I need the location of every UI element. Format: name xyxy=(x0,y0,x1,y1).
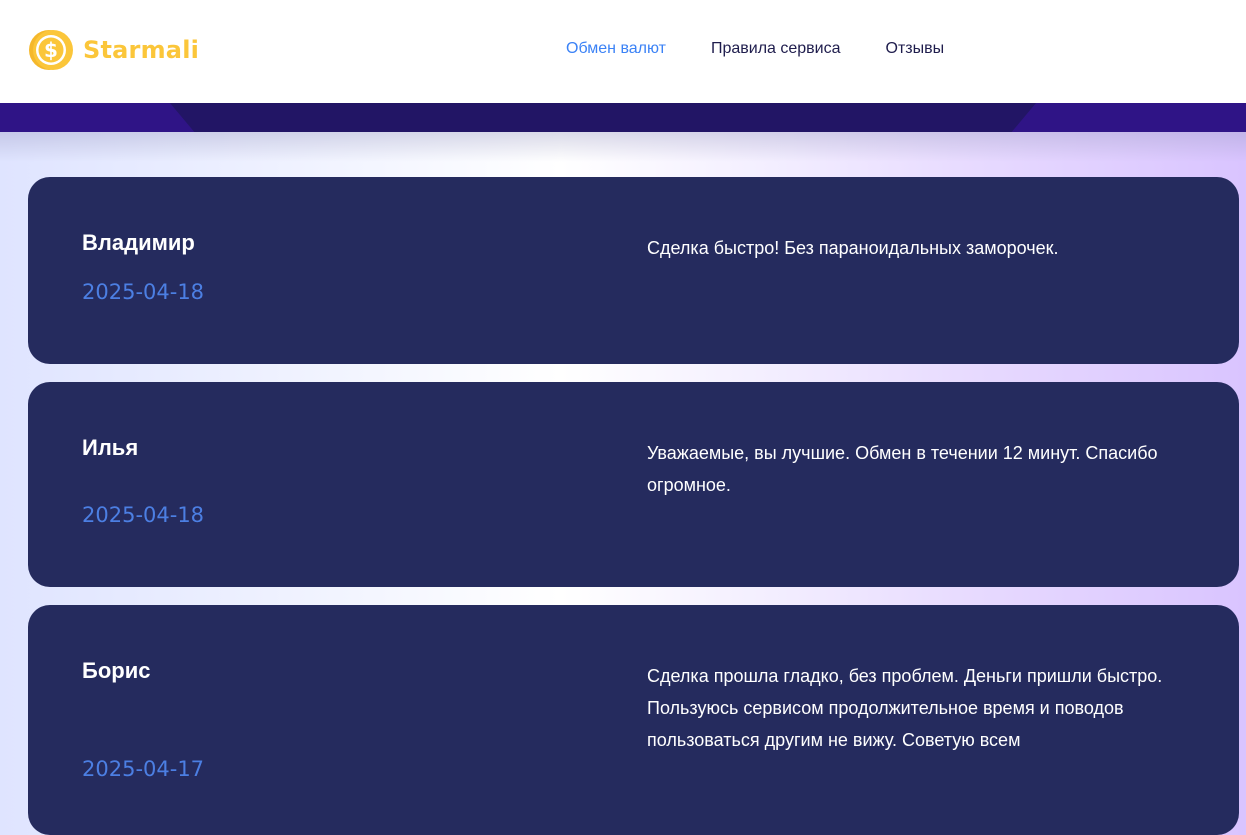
nav-item-rules[interactable]: Правила сервиса xyxy=(711,40,841,58)
nav-item-reviews[interactable]: Отзывы xyxy=(886,40,945,58)
review-text: Сделка быстро! Без параноидальных заморо… xyxy=(647,238,1059,258)
review-author: Владимир xyxy=(82,230,195,255)
review-card: Борис 2025-04-17 Сделка прошла гладко, б… xyxy=(28,605,1239,835)
review-date: 2025-04-18 xyxy=(82,503,205,527)
svg-text:$: $ xyxy=(44,38,58,62)
review-text: Уважаемые, вы лучшие. Обмен в течении 12… xyxy=(647,443,1158,495)
site-header: $ Starmali Обмен валют Правила сервиса О… xyxy=(0,0,1246,103)
dollar-coin-icon: $ xyxy=(29,30,73,70)
main-nav: Обмен валют Правила сервиса Отзывы xyxy=(566,40,989,58)
header-decor-band xyxy=(0,103,1246,132)
logo-link[interactable]: $ Starmali xyxy=(28,27,199,73)
review-author: Илья xyxy=(82,435,139,460)
review-card: Илья 2025-04-18 Уважаемые, вы лучшие. Об… xyxy=(28,382,1239,587)
review-date: 2025-04-18 xyxy=(82,280,205,304)
band-shape-left xyxy=(0,103,195,132)
review-text: Сделка прошла гладко, без проблем. Деньг… xyxy=(647,666,1163,750)
review-author: Борис xyxy=(82,658,151,683)
review-date: 2025-04-17 xyxy=(82,757,205,781)
brand-name: Starmali xyxy=(83,36,200,64)
review-card: Владимир 2025-04-18 Сделка быстро! Без п… xyxy=(28,177,1239,364)
reviews-list: Владимир 2025-04-18 Сделка быстро! Без п… xyxy=(28,177,1239,835)
band-shape-right xyxy=(1011,103,1246,132)
band-shadow xyxy=(0,132,1246,162)
nav-item-exchange[interactable]: Обмен валют xyxy=(566,40,666,58)
